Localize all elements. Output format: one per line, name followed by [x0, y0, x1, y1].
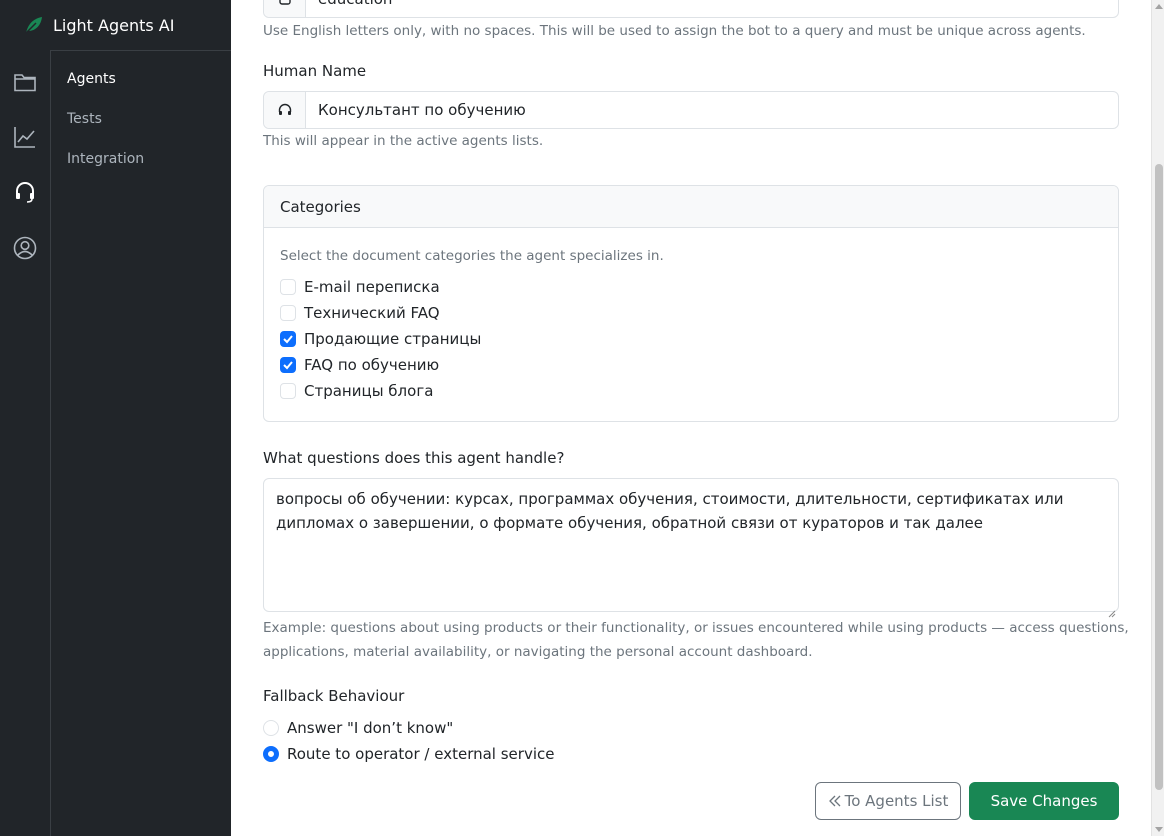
checkbox[interactable]: [280, 279, 296, 295]
questions-label: What questions does this agent handle?: [263, 449, 565, 467]
categories-card: Categories Select the document categorie…: [263, 185, 1119, 422]
category-blog-pages[interactable]: Страницы блога: [280, 382, 433, 400]
fallback-option-dont-know[interactable]: Answer "I don’t know": [263, 719, 453, 737]
category-sales-pages[interactable]: Продающие страницы: [280, 330, 481, 348]
system-name-field[interactable]: education: [263, 0, 1119, 18]
category-email[interactable]: E-mail переписка: [280, 278, 440, 296]
fallback-label: Fallback Behaviour: [263, 687, 405, 705]
checkbox[interactable]: [280, 305, 296, 321]
questions-text-line: вопросы об обучении: курсах, программах …: [276, 490, 1064, 508]
double-chevron-left-icon: [828, 794, 842, 808]
user-circle-icon[interactable]: [12, 235, 38, 261]
category-edu-faq[interactable]: FAQ по обучению: [280, 356, 439, 374]
to-agents-list-label: To Agents List: [844, 792, 949, 810]
system-name-value: education: [306, 0, 1118, 17]
category-label: Страницы блога: [304, 382, 434, 400]
check-icon: [283, 361, 293, 370]
category-tech-faq[interactable]: Технический FAQ: [280, 304, 440, 322]
category-label: Технический FAQ: [304, 304, 440, 322]
checkbox-checked[interactable]: [280, 331, 296, 347]
subnav-item-agents[interactable]: Agents: [67, 71, 116, 87]
category-label: Продающие страницы: [304, 330, 482, 348]
questions-help: Example: questions about using products …: [263, 616, 1129, 664]
robot-icon: [264, 0, 306, 17]
system-name-help: Use English letters only, with no spaces…: [263, 23, 1086, 39]
sub-navigation: Agents Tests Integration: [51, 51, 231, 836]
subnav-item-integration[interactable]: Integration: [67, 151, 144, 167]
page-scrollbar[interactable]: [1151, 0, 1164, 836]
resize-handle-icon[interactable]: [1108, 601, 1116, 618]
checkbox-checked[interactable]: [280, 357, 296, 373]
leaf-icon: [24, 15, 44, 35]
category-label: FAQ по обучению: [304, 356, 440, 374]
folder-icon[interactable]: [12, 69, 38, 95]
save-changes-button[interactable]: Save Changes: [969, 782, 1119, 820]
categories-title: Categories: [264, 186, 1118, 228]
brand-name[interactable]: Light Agents AI: [53, 16, 174, 35]
agent-edit-form: education Use English letters only, with…: [231, 0, 1151, 836]
human-name-label: Human Name: [263, 62, 367, 80]
icon-sidebar: [0, 50, 51, 836]
scroll-down-arrow-icon[interactable]: [1155, 827, 1163, 832]
questions-help-line: applications, material availability, or …: [263, 644, 813, 660]
human-name-field[interactable]: Консультант по обучению: [263, 91, 1119, 129]
headset-icon: [264, 92, 306, 128]
brand-header: Light Agents AI: [0, 0, 231, 51]
fallback-option-route-operator[interactable]: Route to operator / external service: [263, 745, 554, 763]
scrollbar-thumb[interactable]: [1155, 164, 1163, 790]
chart-line-icon[interactable]: [12, 124, 38, 150]
questions-textarea[interactable]: вопросы об обучении: курсах, программах …: [263, 478, 1119, 618]
questions-text-line: дипломах о завершении, о формате обучени…: [276, 514, 983, 532]
questions-help-line: Example: questions about using products …: [263, 620, 1129, 636]
headset-icon[interactable]: [12, 179, 38, 205]
radio[interactable]: [263, 720, 279, 736]
categories-description: Select the document categories the agent…: [280, 248, 664, 264]
checkbox[interactable]: [280, 383, 296, 399]
check-icon: [283, 335, 293, 344]
human-name-input[interactable]: Консультант по обучению: [306, 92, 1118, 128]
radio-selected[interactable]: [263, 746, 279, 762]
scroll-up-arrow-icon[interactable]: [1155, 4, 1163, 9]
to-agents-list-button[interactable]: To Agents List: [815, 782, 961, 820]
radio-label: Answer "I don’t know": [287, 719, 454, 737]
human-name-help: This will appear in the active agents li…: [263, 133, 544, 149]
subnav-item-tests[interactable]: Tests: [67, 111, 102, 127]
radio-label: Route to operator / external service: [287, 745, 555, 763]
category-label: E-mail переписка: [304, 278, 440, 296]
